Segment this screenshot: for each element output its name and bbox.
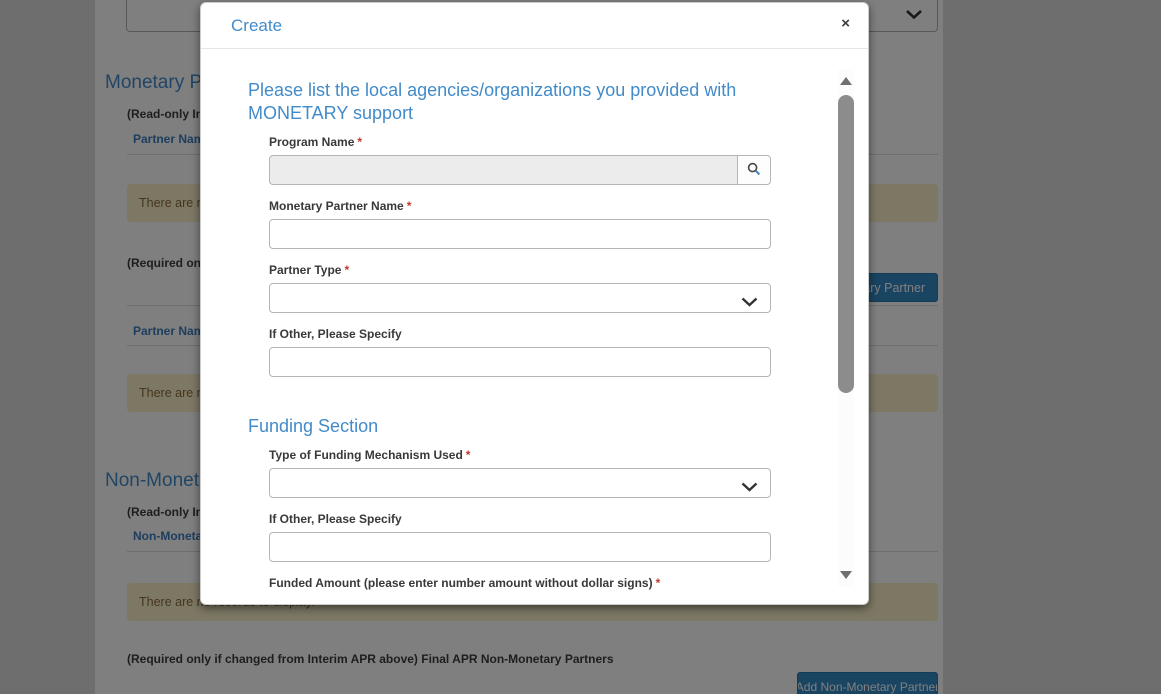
partner-other-specify-label: If Other, Please Specify [269,327,402,341]
required-asterisk: * [344,263,350,277]
monetary-partner-name-label: Monetary Partner Name [269,199,404,213]
partner-other-specify-group: If Other, Please Specify [269,327,771,377]
funding-other-specify-group: If Other, Please Specify [269,512,771,562]
partner-type-group: Partner Type * [269,263,771,313]
funded-amount-group: Funded Amount (please enter number amoun… [269,576,771,591]
scrollbar-thumb[interactable] [838,95,854,393]
funding-mechanism-label: Type of Funding Mechanism Used [269,448,463,462]
search-icon [747,162,761,179]
required-asterisk: * [465,448,471,462]
modal-title: Create [231,16,283,35]
scroll-up-arrow[interactable] [840,77,852,85]
funding-mechanism-select[interactable] [269,468,771,498]
create-modal: Create × Please list the local agencies/… [200,2,869,605]
partner-type-select[interactable] [269,283,771,313]
close-icon: × [841,15,850,32]
modal-body: Please list the local agencies/organizat… [201,49,868,591]
chevron-down-icon [741,479,758,497]
modal-header: Create × [201,3,868,49]
monetary-partner-name-group: Monetary Partner Name * [269,199,771,249]
funding-mechanism-group: Type of Funding Mechanism Used * [269,448,771,498]
required-asterisk: * [655,576,661,590]
chevron-down-icon [741,294,758,312]
close-button[interactable]: × [841,15,850,32]
program-name-search-button[interactable] [737,155,771,185]
program-name-group: Program Name * [269,135,771,185]
monetary-partner-name-input[interactable] [269,219,771,249]
funding-section-heading: Funding Section [248,416,379,436]
partner-other-specify-input[interactable] [269,347,771,377]
modal-scrollbar[interactable] [838,69,854,587]
funding-other-specify-input[interactable] [269,532,771,562]
program-name-label: Program Name [269,135,355,149]
partner-type-label: Partner Type [269,263,342,277]
funded-amount-label: Funded Amount (please enter number amoun… [269,576,653,590]
funding-other-specify-label: If Other, Please Specify [269,512,402,526]
scroll-down-arrow[interactable] [840,571,852,579]
monetary-support-section-heading: Please list the local agencies/organizat… [248,80,737,123]
required-asterisk: * [406,199,412,213]
program-name-input [269,155,737,185]
required-asterisk: * [357,135,363,149]
